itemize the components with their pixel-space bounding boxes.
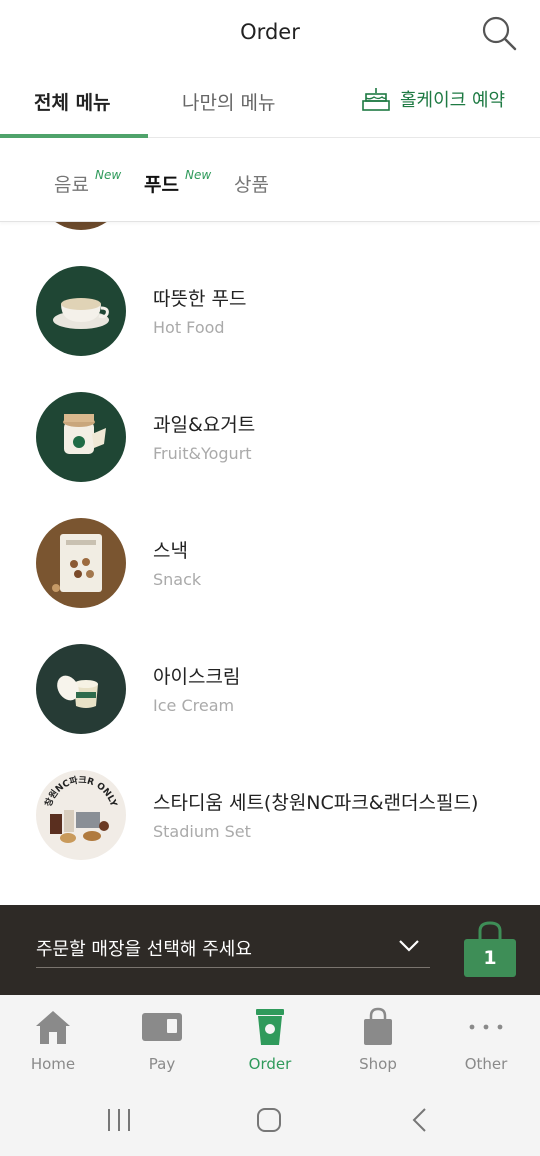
category-english-name: Snack xyxy=(153,570,202,589)
tab-cake-reservation[interactable]: 홀케이크 예약 xyxy=(362,86,505,112)
nav-order[interactable]: Order xyxy=(225,1007,315,1073)
category-name: 스낵 xyxy=(153,540,188,562)
category-item-snack[interactable]: 스낵 Snack xyxy=(0,518,540,644)
category-name: 아이스크림 xyxy=(153,666,241,688)
category-item-stadium-set[interactable]: 창원NC파크R ONLY 스타디움 세트(창원NC파크&랜더스필드) Stadi… xyxy=(0,770,540,896)
stadium-badge-text: 창원NC파크R ONLY xyxy=(42,774,118,809)
nav-order-label: Order xyxy=(248,1055,292,1073)
category-name: 스타디움 세트(창원NC파크&랜더스필드) xyxy=(153,792,479,814)
card-icon xyxy=(142,1013,182,1041)
nav-other-label: Other xyxy=(464,1055,508,1073)
category-thumbnail xyxy=(36,222,126,230)
category-english-name: Ice Cream xyxy=(153,696,235,715)
tab-all-menu[interactable]: 전체 메뉴 xyxy=(34,88,111,115)
subtab-drinks[interactable]: 음료 xyxy=(54,170,89,197)
search-icon xyxy=(482,16,517,51)
category-thumbnail xyxy=(36,644,126,734)
category-english-name: Hot Food xyxy=(153,318,225,337)
bottom-nav: Home Pay Order Shop Other xyxy=(0,995,540,1085)
home-button-icon[interactable] xyxy=(256,1107,282,1133)
category-english-name: Stadium Set xyxy=(153,822,251,841)
search-button[interactable] xyxy=(480,14,518,52)
category-name: 과일&요거트 xyxy=(153,414,256,436)
back-icon[interactable] xyxy=(410,1107,430,1133)
nav-pay[interactable]: Pay xyxy=(117,1007,207,1073)
subtab-goods[interactable]: 상품 xyxy=(234,170,269,197)
cup-icon xyxy=(256,1009,284,1045)
category-item-hot-food[interactable]: 따뜻한 푸드 Hot Food xyxy=(0,266,540,392)
bag-icon xyxy=(364,1007,392,1045)
system-nav-bar xyxy=(0,1085,540,1156)
new-badge: New xyxy=(185,168,212,182)
nav-shop-label: Shop xyxy=(359,1055,397,1073)
category-thumbnail: 창원NC파크R ONLY xyxy=(36,770,126,860)
category-thumbnail xyxy=(36,266,126,356)
tab-my-menu[interactable]: 나만의 메뉴 xyxy=(182,88,275,115)
category-thumbnail xyxy=(36,392,126,482)
page-title: Order xyxy=(240,20,300,44)
nav-home-label: Home xyxy=(30,1055,76,1073)
chevron-down-icon[interactable] xyxy=(398,939,420,953)
category-item-ice-cream[interactable]: 아이스크림 Ice Cream xyxy=(0,644,540,770)
cart-button[interactable]: 1 xyxy=(464,921,516,977)
nav-shop[interactable]: Shop xyxy=(333,1007,423,1073)
store-select-bar: 주문할 매장을 선택해 주세요 1 xyxy=(0,905,540,995)
recent-apps-icon[interactable] xyxy=(106,1107,132,1133)
nav-home[interactable]: Home xyxy=(8,1007,98,1073)
category-name: 따뜻한 푸드 xyxy=(153,288,247,310)
cake-icon xyxy=(362,88,390,111)
new-badge: New xyxy=(95,168,122,182)
top-tabs: 전체 메뉴 나만의 메뉴 홀케이크 예약 xyxy=(0,70,540,138)
cart-count: 1 xyxy=(464,939,516,977)
category-tabs: 음료 New 푸드 New 상품 xyxy=(0,138,540,222)
subtab-food[interactable]: 푸드 xyxy=(144,170,179,197)
store-select-text[interactable]: 주문할 매장을 선택해 주세요 xyxy=(36,935,252,961)
tab-cake-label: 홀케이크 예약 xyxy=(400,90,506,111)
more-icon xyxy=(469,1024,503,1030)
svg-text:창원NC파크R ONLY: 창원NC파크R ONLY xyxy=(42,774,118,809)
category-list: 따뜻한 푸드 Hot Food 과일&요거트 Fruit&Yogurt 스낵 S… xyxy=(0,222,540,905)
category-item-fruit-yogurt[interactable]: 과일&요거트 Fruit&Yogurt xyxy=(0,392,540,518)
category-thumbnail xyxy=(36,518,126,608)
store-select-underline xyxy=(36,967,430,968)
nav-other[interactable]: Other xyxy=(441,1007,531,1073)
home-icon xyxy=(36,1011,70,1044)
header: Order xyxy=(0,0,540,70)
nav-pay-label: Pay xyxy=(148,1055,176,1073)
category-english-name: Fruit&Yogurt xyxy=(153,444,252,463)
